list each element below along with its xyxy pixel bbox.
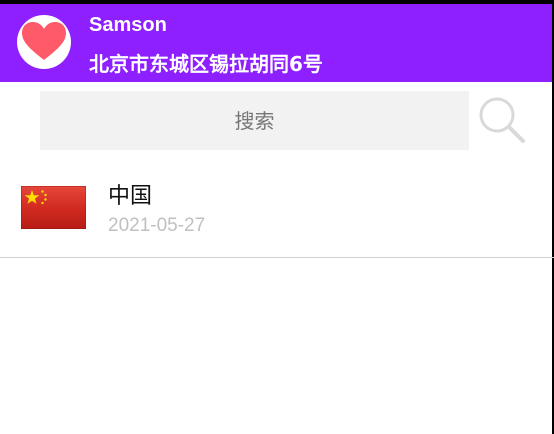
user-address: 北京市东城区锡拉胡同6号	[89, 52, 323, 76]
heart-icon	[22, 22, 66, 60]
china-flag-icon	[21, 186, 86, 229]
list-item-date: 2021-05-27	[108, 215, 206, 236]
search-input[interactable]	[40, 91, 469, 150]
list-item-title: 中国	[108, 184, 153, 209]
search-button[interactable]	[478, 96, 526, 144]
list-empty-area	[0, 258, 554, 434]
search-bar	[0, 82, 554, 158]
search-icon	[479, 97, 525, 143]
user-name: Samson	[89, 14, 167, 36]
profile-header: Samson 北京市东城区锡拉胡同6号	[0, 4, 554, 82]
avatar[interactable]	[17, 15, 71, 69]
list-item[interactable]: 中国 2021-05-27	[0, 158, 554, 258]
